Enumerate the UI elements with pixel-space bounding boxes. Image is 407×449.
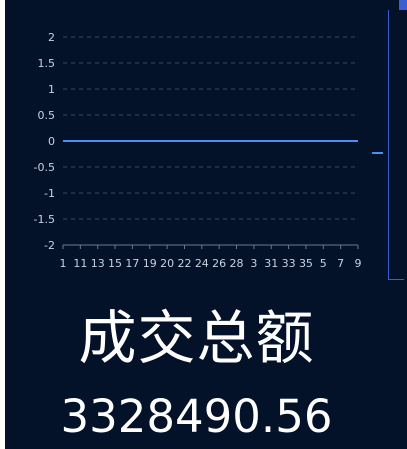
- x-tick-label: 5: [320, 257, 327, 270]
- x-tick-label: 35: [299, 257, 313, 270]
- y-tick-label: -1.5: [34, 213, 55, 226]
- line-chart-svg: 21.510.50-0.5-1-1.5-21 11 13 15 17 19 20 22 24 26…: [34, 31, 383, 270]
- x-tick-label: 13: [91, 257, 105, 270]
- y-tick-label: 1.5: [38, 57, 56, 70]
- side-panel-frame: [388, 10, 404, 280]
- x-tick-label: 17: [125, 257, 139, 270]
- y-tick-label: 2: [48, 31, 55, 44]
- x-tick-label: 11: [73, 257, 87, 270]
- summary-title: 成交总额: [78, 304, 315, 372]
- summary-value: 3328490.56: [60, 390, 333, 443]
- y-tick-label: -2: [44, 239, 55, 252]
- x-tick-label: 19: [143, 257, 157, 270]
- x-tick-label: 24: [195, 257, 209, 270]
- y-tick-label: 1: [48, 83, 55, 96]
- y-tick-label: 0: [48, 135, 55, 148]
- x-tick-label: 33: [282, 257, 296, 270]
- x-tick-label: 9: [355, 257, 362, 270]
- x-tick-label: 15: [108, 257, 122, 270]
- x-tick-label: 1: [60, 257, 67, 270]
- y-tick-label: 0.5: [38, 109, 56, 122]
- x-tick-label: 28: [230, 257, 244, 270]
- x-tick-label: 22: [177, 257, 191, 270]
- x-tick-label: 7: [337, 257, 344, 270]
- x-tick-label: 20: [160, 257, 174, 270]
- line-chart: 2 1.5 1 0.5 0 -0.5 -1 -1.5 -2 1 11 13 15 17 19 20 22 24 26…: [0, 0, 388, 280]
- x-tick-label: 31: [264, 257, 278, 270]
- y-tick-label: -0.5: [34, 161, 55, 174]
- side-panel-tab[interactable]: [399, 0, 407, 10]
- y-tick-label: -1: [44, 187, 55, 200]
- x-tick-label: 26: [212, 257, 226, 270]
- x-tick-label: 3: [250, 257, 257, 270]
